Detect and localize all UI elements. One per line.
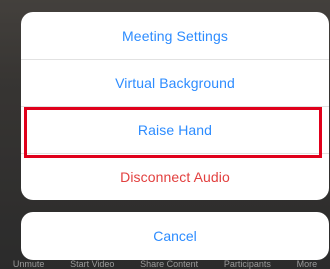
toolbar-participants[interactable]: Participants xyxy=(224,259,271,269)
toolbar-unmute[interactable]: Unmute xyxy=(13,259,45,269)
cancel-button[interactable]: Cancel xyxy=(21,212,329,260)
raise-hand-button[interactable]: Raise Hand xyxy=(21,106,329,153)
disconnect-audio-button[interactable]: Disconnect Audio xyxy=(21,153,329,200)
virtual-background-button[interactable]: Virtual Background xyxy=(21,59,329,106)
toolbar-start-video[interactable]: Start Video xyxy=(70,259,114,269)
toolbar-share-content[interactable]: Share Content xyxy=(140,259,198,269)
meeting-toolbar: Unmute Start Video Share Content Partici… xyxy=(0,259,330,269)
meeting-settings-button[interactable]: Meeting Settings xyxy=(21,12,329,59)
more-options-action-sheet: Meeting Settings Virtual Background Rais… xyxy=(21,12,329,200)
toolbar-more[interactable]: More xyxy=(297,259,318,269)
